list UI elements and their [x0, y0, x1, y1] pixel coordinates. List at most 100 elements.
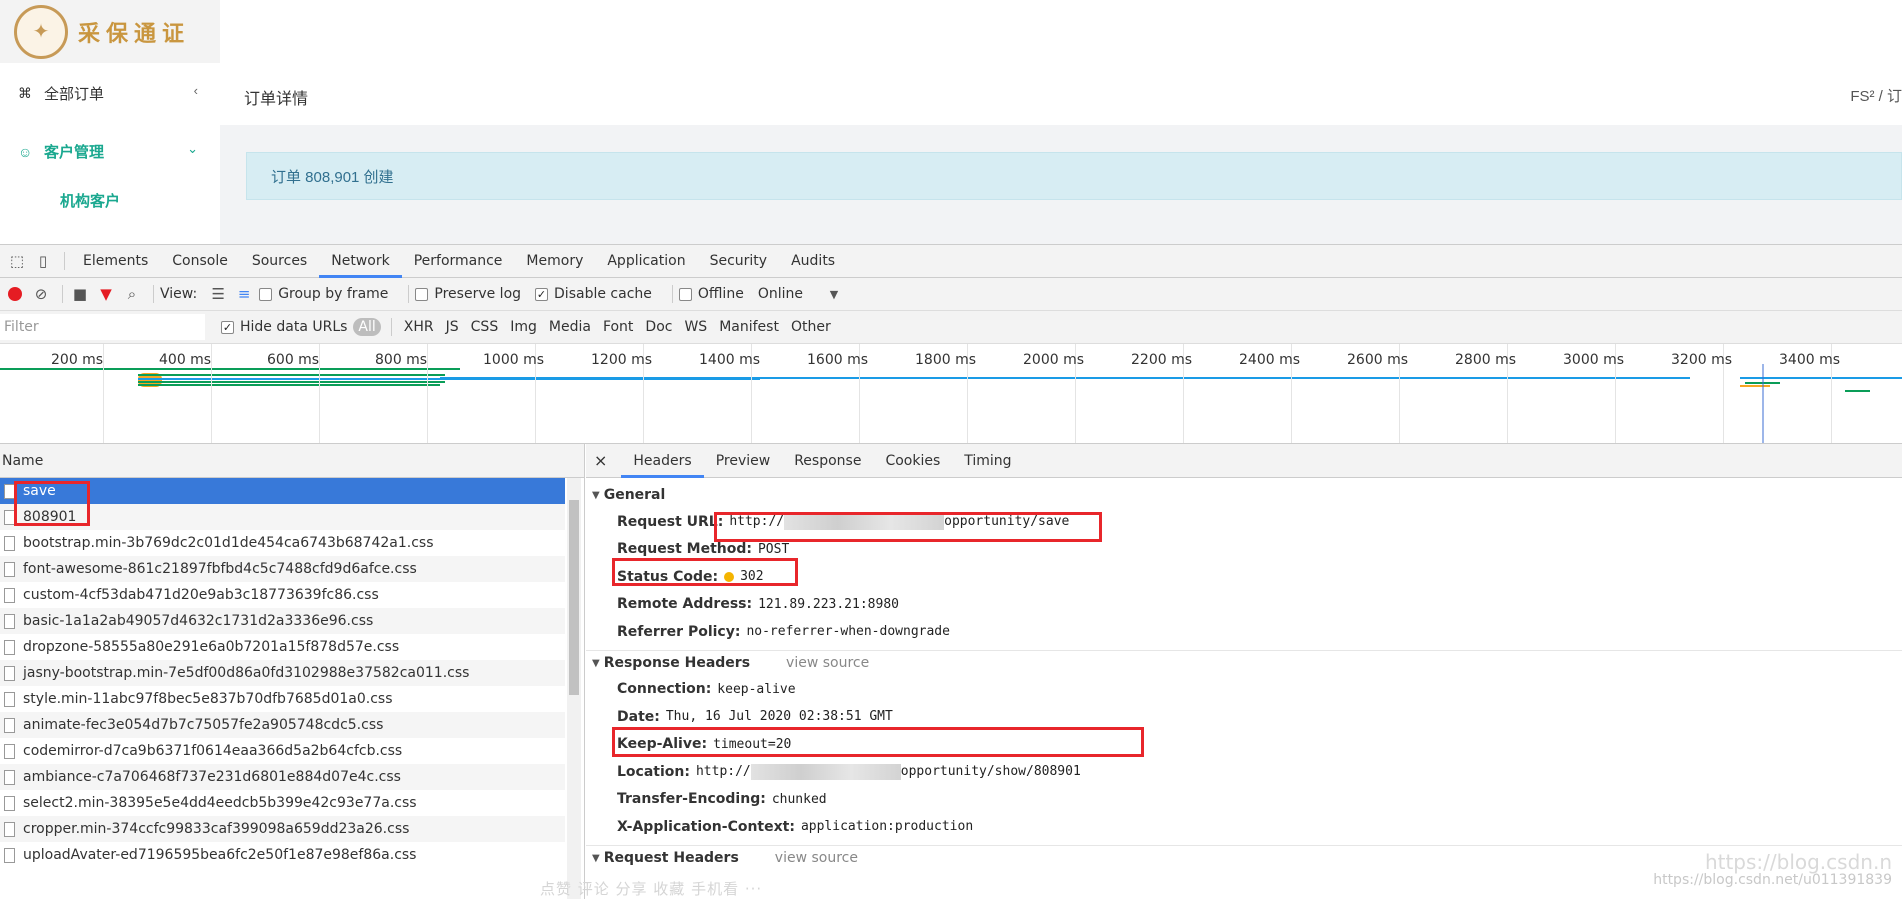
chevron-left-icon[interactable]: ‹ — [194, 83, 198, 98]
type-filter-font[interactable]: Font — [597, 319, 639, 335]
scrollbar-thumb[interactable] — [569, 500, 579, 695]
type-filter-ws[interactable]: WS — [678, 319, 713, 335]
timeline-tick-label: 1800 ms — [915, 352, 977, 368]
tab-console[interactable]: Console — [160, 245, 240, 278]
header-row-transfer-encoding: Transfer-Encoding: chunked — [586, 786, 1902, 814]
tab-cookies[interactable]: Cookies — [873, 444, 952, 478]
view-label: View: — [160, 286, 198, 302]
record-icon[interactable] — [8, 287, 22, 301]
list-view-icon[interactable]: ☰ — [207, 283, 229, 305]
request-name: font-awesome-861c21897fbfbd4c5c7488cfd9d… — [23, 561, 417, 577]
request-row[interactable]: codemirror-d7ca9b6371f0614eaa366d5a2b64c… — [0, 738, 565, 764]
tab-memory[interactable]: Memory — [514, 245, 595, 278]
column-header-name[interactable]: Name — [0, 444, 584, 478]
timeline-tick-label: 360 — [1887, 352, 1902, 368]
timeline-tick-label: 1000 ms — [483, 352, 545, 368]
request-row[interactable]: custom-4cf53dab471d20e9ab3c18773639fc86.… — [0, 582, 565, 608]
chevron-down-icon[interactable]: ⌄ — [187, 141, 198, 157]
request-details: × Headers Preview Response Cookies Timin… — [586, 444, 1902, 899]
type-filter-img[interactable]: Img — [504, 319, 543, 335]
request-name: uploadAvater-ed7196595bea6fc2e50f1e87e98… — [23, 847, 417, 863]
filter-icon[interactable]: ▼ — [95, 283, 117, 305]
waterfall-view-icon[interactable]: ≡ — [233, 283, 255, 305]
request-row[interactable]: cropper.min-374ccfc99833caf399098a659dd2… — [0, 816, 565, 842]
tab-headers[interactable]: Headers — [621, 444, 704, 478]
request-name: codemirror-d7ca9b6371f0614eaa366d5a2b64c… — [23, 743, 403, 759]
inspect-element-icon[interactable]: ⬚ — [6, 250, 28, 272]
header-key: Request Method: — [617, 541, 752, 558]
request-row[interactable]: jasny-bootstrap.min-7e5df00d86a0fd310298… — [0, 660, 565, 686]
tab-performance[interactable]: Performance — [402, 245, 515, 278]
filter-input[interactable]: Filter — [0, 314, 205, 340]
type-filter-all[interactable]: All — [353, 318, 381, 336]
hide-data-urls-checkbox[interactable]: ✓ Hide data URLs — [221, 319, 347, 335]
expand-triangle-icon: ▼ — [592, 489, 600, 501]
tab-response[interactable]: Response — [782, 444, 873, 478]
header-value: POST — [757, 541, 790, 557]
request-row[interactable]: bootstrap.min-3b769dc2c01d1de454ca6743b6… — [0, 530, 565, 556]
search-icon[interactable]: ⌕ — [121, 283, 143, 305]
request-row[interactable]: style.min-11abc97f8bec5e837b70dfb7685d01… — [0, 686, 565, 712]
request-row[interactable]: dropzone-58555a80e291e6a0b7201a15f878d57… — [0, 634, 565, 660]
type-filter-other[interactable]: Other — [785, 319, 837, 335]
tab-application[interactable]: Application — [595, 245, 697, 278]
sidebar-item-customer-mgmt[interactable]: ☺ 客户管理 — [18, 141, 104, 162]
request-list: Name save 808901 bootstrap.min-3b769dc2c01… — [0, 444, 585, 899]
type-filter-js[interactable]: JS — [440, 319, 465, 335]
offline-checkbox[interactable]: Offline — [678, 286, 744, 302]
type-filter-media[interactable]: Media — [543, 319, 597, 335]
type-filter-css[interactable]: CSS — [465, 319, 505, 335]
request-row[interactable]: select2.min-38395e5e4dd4eedcb5b399e42c93… — [0, 790, 565, 816]
logo[interactable]: ✦ 采保通证 — [0, 0, 220, 63]
request-row[interactable]: font-awesome-861c21897fbfbd4c5c7488cfd9d… — [0, 556, 565, 582]
sidebar-subitem-org-customer[interactable]: 机构客户 — [60, 190, 120, 211]
request-row[interactable]: save — [0, 478, 565, 504]
expand-triangle-icon: ▼ — [592, 852, 600, 864]
type-filter-doc[interactable]: Doc — [639, 319, 678, 335]
timeline-tick-label: 2600 ms — [1347, 352, 1409, 368]
disable-cache-checkbox[interactable]: ✓ Disable cache — [535, 286, 652, 302]
general-section-header[interactable]: ▼ General — [586, 482, 1902, 508]
timeline-tick-label: 2400 ms — [1239, 352, 1301, 368]
sidebar-item-all-orders[interactable]: ⌘ 全部订单 — [18, 83, 104, 104]
tab-elements[interactable]: Elements — [71, 245, 160, 278]
response-headers-section-header[interactable]: ▼ Response Headers view source — [586, 649, 1902, 676]
request-row[interactable]: basic-1a1a2ab49057d4632c1731d2a3336e96.c… — [0, 608, 565, 634]
header-key: Keep-Alive: — [617, 736, 708, 753]
throttling-select[interactable]: Online — [758, 286, 803, 302]
tab-audits[interactable]: Audits — [779, 245, 847, 278]
tab-security[interactable]: Security — [698, 245, 780, 278]
type-filter-xhr[interactable]: XHR — [398, 319, 440, 335]
redacted-region — [784, 513, 945, 530]
group-by-frame-checkbox[interactable]: Group by frame — [259, 286, 388, 302]
divider — [62, 285, 63, 303]
header-row-location: Location: http:// opportunity/show/80890… — [586, 758, 1902, 786]
close-icon[interactable]: × — [594, 451, 607, 470]
checkbox-label: Hide data URLs — [240, 319, 348, 335]
scrollbar[interactable] — [567, 478, 581, 899]
watermark: https://blog.csdn.n https://blog.csdn.ne… — [1653, 852, 1892, 889]
request-row[interactable]: animate-fec3e054d7b7c75057fe2a905748cdc5… — [0, 712, 565, 738]
tab-preview[interactable]: Preview — [704, 444, 783, 478]
devtools-panel: ⬚ ▯ Elements Console Sources Network Per… — [0, 244, 1902, 899]
clear-icon[interactable]: ⊘ — [30, 283, 52, 305]
request-row[interactable]: 808901 — [0, 504, 565, 530]
request-name: bootstrap.min-3b769dc2c01d1de454ca6743b6… — [23, 535, 434, 551]
request-row[interactable]: ambiance-c7a706468f737e231d6801e884d07e4… — [0, 764, 565, 790]
preserve-log-checkbox[interactable]: Preserve log — [415, 286, 521, 302]
camera-icon[interactable]: ■ — [69, 283, 91, 305]
view-source-link[interactable]: view source — [775, 850, 858, 866]
tab-network[interactable]: Network — [319, 245, 402, 278]
dropdown-arrow-icon[interactable]: ▼ — [823, 283, 845, 305]
details-tabbar: × Headers Preview Response Cookies Timin… — [586, 444, 1902, 478]
type-filter-manifest[interactable]: Manifest — [713, 319, 785, 335]
device-toolbar-icon[interactable]: ▯ — [32, 250, 54, 272]
tab-timing[interactable]: Timing — [952, 444, 1023, 478]
breadcrumb[interactable]: FS² / 订 — [1850, 85, 1902, 106]
request-row[interactable]: uploadAvater-ed7196595bea6fc2e50f1e87e98… — [0, 842, 565, 868]
file-icon — [4, 561, 15, 577]
header-row-date: Date: Thu, 16 Jul 2020 02:38:51 GMT — [586, 703, 1902, 731]
view-source-link[interactable]: view source — [786, 655, 869, 671]
timeline-overview[interactable]: 200 ms 400 ms 600 ms 800 ms 1000 ms 1200 ms 14… — [0, 344, 1902, 444]
tab-sources[interactable]: Sources — [240, 245, 319, 278]
